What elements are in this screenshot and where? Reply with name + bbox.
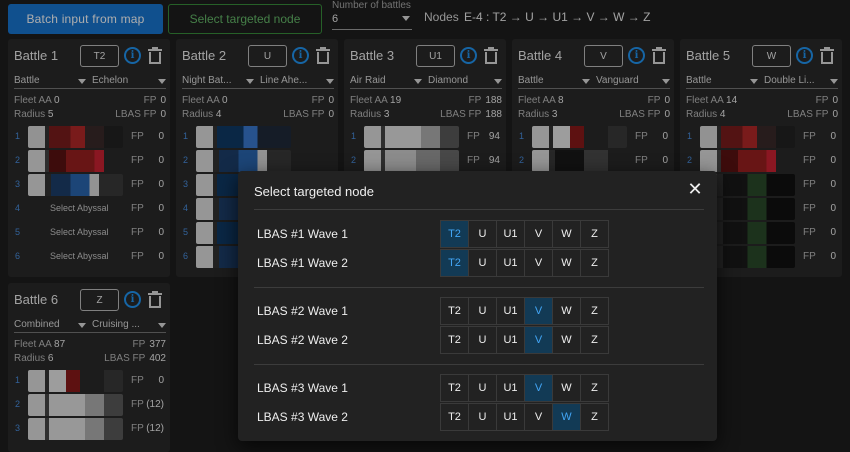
node-toggle-group: T2 U U1 V W Z — [440, 220, 615, 248]
node-toggle-w[interactable]: W — [552, 220, 581, 248]
node-toggle-t2[interactable]: T2 — [440, 403, 469, 431]
wave-label: LBAS #1 Wave 2 — [257, 256, 348, 270]
node-toggle-u[interactable]: U — [468, 220, 497, 248]
node-toggle-group: T2 U U1 V W Z — [440, 374, 615, 402]
divider — [254, 209, 704, 210]
node-toggle-u[interactable]: U — [468, 297, 497, 325]
node-toggle-v[interactable]: V — [524, 297, 553, 325]
node-toggle-w[interactable]: W — [552, 249, 581, 277]
wave-label: LBAS #1 Wave 1 — [257, 227, 348, 241]
wave-label: LBAS #2 Wave 2 — [257, 333, 348, 347]
node-toggle-u1[interactable]: U1 — [496, 403, 525, 431]
node-toggle-group: T2 U U1 V W Z — [440, 249, 615, 277]
node-toggle-u1[interactable]: U1 — [496, 220, 525, 248]
node-toggle-w[interactable]: W — [552, 403, 581, 431]
node-toggle-t2[interactable]: T2 — [440, 297, 469, 325]
node-toggle-u1[interactable]: U1 — [496, 249, 525, 277]
node-toggle-z[interactable]: Z — [580, 249, 609, 277]
node-toggle-t2[interactable]: T2 — [440, 249, 469, 277]
node-toggle-w[interactable]: W — [552, 374, 581, 402]
node-toggle-u1[interactable]: U1 — [496, 326, 525, 354]
select-node-dialog: Select targeted node ✕ LBAS #1 Wave 1 T2… — [238, 171, 717, 441]
node-toggle-z[interactable]: Z — [580, 403, 609, 431]
node-toggle-t2[interactable]: T2 — [440, 326, 469, 354]
node-toggle-w[interactable]: W — [552, 326, 581, 354]
divider — [254, 364, 704, 365]
node-toggle-v[interactable]: V — [524, 374, 553, 402]
node-toggle-u1[interactable]: U1 — [496, 297, 525, 325]
close-icon[interactable]: ✕ — [686, 181, 704, 199]
wave-label: LBAS #2 Wave 1 — [257, 304, 348, 318]
node-toggle-v[interactable]: V — [524, 220, 553, 248]
divider — [254, 287, 704, 288]
dialog-title: Select targeted node — [254, 184, 374, 199]
node-toggle-z[interactable]: Z — [580, 297, 609, 325]
node-toggle-u1[interactable]: U1 — [496, 374, 525, 402]
node-toggle-t2[interactable]: T2 — [440, 374, 469, 402]
node-toggle-u[interactable]: U — [468, 403, 497, 431]
node-toggle-v[interactable]: V — [524, 403, 553, 431]
node-toggle-t2[interactable]: T2 — [440, 220, 469, 248]
wave-label: LBAS #3 Wave 1 — [257, 381, 348, 395]
node-toggle-z[interactable]: Z — [580, 326, 609, 354]
node-toggle-group: T2 U U1 V W Z — [440, 326, 615, 354]
node-toggle-u[interactable]: U — [468, 374, 497, 402]
node-toggle-group: T2 U U1 V W Z — [440, 297, 615, 325]
wave-label: LBAS #3 Wave 2 — [257, 410, 348, 424]
node-toggle-u[interactable]: U — [468, 326, 497, 354]
node-toggle-w[interactable]: W — [552, 297, 581, 325]
node-toggle-v[interactable]: V — [524, 326, 553, 354]
node-toggle-v[interactable]: V — [524, 249, 553, 277]
node-toggle-z[interactable]: Z — [580, 220, 609, 248]
node-toggle-z[interactable]: Z — [580, 374, 609, 402]
node-toggle-group: T2 U U1 V W Z — [440, 403, 615, 431]
node-toggle-u[interactable]: U — [468, 249, 497, 277]
